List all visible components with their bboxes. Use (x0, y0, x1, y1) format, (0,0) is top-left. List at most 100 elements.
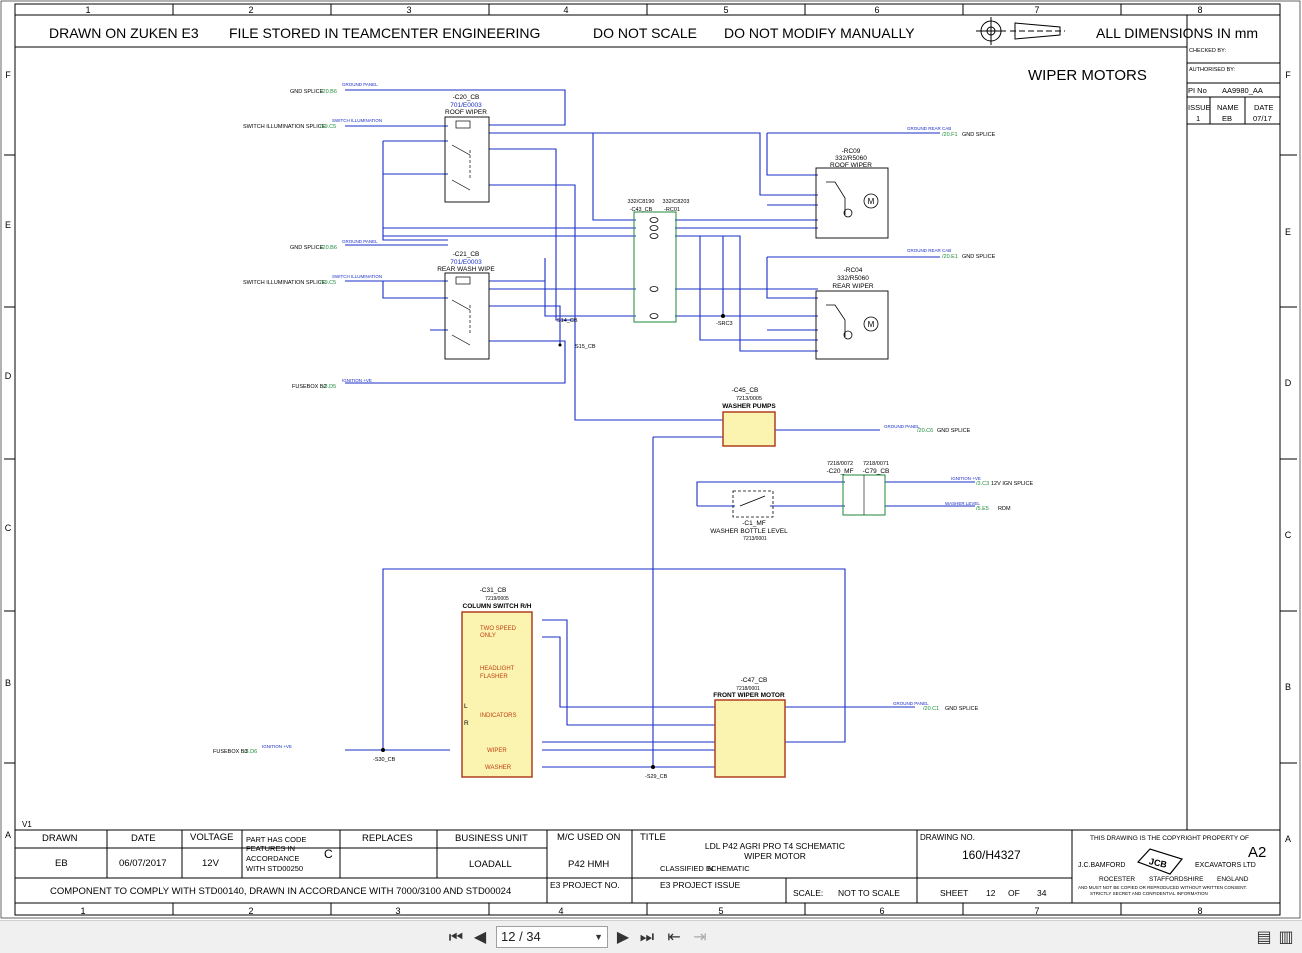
row-label-f-right: F (1285, 70, 1291, 80)
fn-two-speed: TWO SPEED (480, 626, 517, 632)
ref-ground-panel-3: GROUND PANEL (884, 424, 920, 429)
c43-part2: 332/C8203 (663, 199, 690, 205)
ref-fusebox-b3-link[interactable]: /3.D6 (244, 749, 257, 755)
page-indicator: 12 / 34 (501, 929, 541, 944)
fn-wiper: WIPER (487, 748, 507, 754)
previous-view-icon[interactable]: ⇤ (664, 927, 684, 947)
header-dimensions: ALL DIMENSIONS IN mm (1096, 25, 1258, 41)
authorised-by-label: AUTHORISED BY: (1189, 67, 1236, 73)
ref-ground-panel-1: GROUND PANEL (342, 82, 378, 87)
name-value: EB (1222, 114, 1232, 123)
rc04-part: 332/R5060 (837, 275, 869, 282)
row-label-b: B (5, 678, 11, 688)
tb-disclaimer-line2: STRICTLY SECRET AND CONFIDENTIAL INFORMA… (1090, 891, 1208, 896)
header-drawn-on: DRAWN ON ZUKEN E3 (49, 25, 199, 41)
ref-fusebox-b2-link[interactable]: /3.D5 (323, 384, 336, 390)
tb-rocester: ROCESTER (1099, 876, 1135, 883)
ref-gnd-c6: GND SPLICE (937, 428, 971, 434)
c21-ref: -C21_CB (453, 251, 480, 258)
tb-title-line1: LDL P42 AGRI PRO T4 SCHEMATIC (705, 841, 845, 851)
tb-business-unit-value: LOADALL (469, 859, 512, 870)
next-page-icon[interactable]: ▶ (613, 927, 633, 947)
tb-e3-project-no: E3 PROJECT NO. (550, 880, 620, 890)
ref-gnd-c6-link[interactable]: /20.C6 (917, 428, 933, 434)
page-selector[interactable]: 12 / 34 ▼ (496, 926, 608, 948)
c47-ref: -C47_CB (741, 677, 768, 684)
ref-fusebox-b3: FUSEBOX B3 (213, 749, 248, 755)
last-page-icon[interactable]: ⏭ (637, 927, 657, 947)
row-label-a-right: A (1285, 834, 1291, 844)
checked-by-label: CHECKED BY: (1189, 48, 1226, 54)
fn-indicators: INDICATORS (480, 713, 516, 719)
first-page-icon[interactable]: ⏮ (446, 927, 466, 947)
tb-title-line2: WIPER MOTOR (744, 851, 806, 861)
schematic-sheet: 1 2 3 4 5 6 7 8 1 2 3 4 5 6 7 8 F E D C … (0, 0, 1302, 920)
pi-no-value: AA9980_AA (1222, 86, 1263, 95)
ref-switch-illum-2: SWITCH ILLUMINATION SPLICE (243, 280, 326, 286)
ref-gnd-e1: GND SPLICE (962, 254, 996, 260)
ref-rdm-link[interactable]: /5.E5 (976, 506, 989, 512)
next-view-icon[interactable]: ⇥ (690, 927, 710, 947)
c21-name: REAR WASH WIPE (437, 266, 495, 273)
rc04-name: REAR WIPER (832, 283, 873, 290)
row-label-e-right: E (1285, 227, 1291, 237)
col-label-8: 8 (1197, 5, 1202, 15)
issue-value: 1 (1196, 114, 1200, 123)
ref-gnd-splice-1: GND SPLICE (290, 89, 324, 95)
tb-scale-value: NOT TO SCALE (838, 888, 900, 898)
tb-mc-used-label: M/C USED ON (557, 832, 620, 843)
ref-gnd-c1-link[interactable]: /20.C1 (923, 706, 939, 712)
issue-label: ISSUE (1188, 103, 1211, 112)
tb-part-code-line3: ACCORDANCE (246, 854, 299, 863)
ref-switch-illumination-2: SWITCH ILLUMINATION (332, 274, 382, 279)
tb-copyright: THIS DRAWING IS THE COPYRIGHT PROPERTY O… (1090, 835, 1249, 842)
ref-switch-illum-1: SWITCH ILLUMINATION SPLICE (243, 124, 326, 130)
c47-name: FRONT WIPER MOTOR (713, 692, 785, 699)
c31-part: 7219/0005 (485, 596, 509, 602)
rc04-ref: -RC04 (844, 267, 863, 274)
ref-gnd-f1-link[interactable]: /20.F1 (942, 132, 958, 138)
rc09-ref: -RC09 (842, 148, 861, 155)
tb-date-label: DATE (131, 833, 156, 844)
previous-page-icon[interactable]: ◀ (470, 927, 490, 947)
row-label-a: A (5, 830, 11, 840)
rc09-name: ROOF WIPER (830, 162, 872, 169)
date-value: 07/17 (1253, 114, 1272, 123)
header-file-stored: FILE STORED IN TEAMCENTER ENGINEERING (229, 25, 540, 41)
ref-ignition-ve-1: IGNITION +VE (342, 378, 372, 383)
col-label-2-bottom: 2 (248, 906, 253, 916)
ref-switch-illumination-1: SWITCH ILLUMINATION (332, 118, 382, 123)
tb-part-code-line4: WITH STD00250 (246, 864, 303, 873)
row-label-d-right: D (1285, 378, 1292, 388)
ref-gnd-splice-2-link[interactable]: /20.B6 (321, 245, 337, 251)
row-label-d: D (5, 371, 12, 381)
fn-r: R (464, 720, 469, 727)
ref-gnd-f1: GND SPLICE (962, 132, 996, 138)
c45-ref: -C45_CB (732, 387, 759, 394)
col-label-1-bottom: 1 (80, 906, 85, 916)
single-page-view-icon[interactable]: ▤ (1254, 927, 1274, 947)
c43-ref2: -RC01 (664, 207, 680, 213)
splice-src3: -SRC3 (716, 321, 733, 327)
c79-part: 7218/0071 (863, 461, 889, 467)
tb-company-line1: J.C.BAMFORD (1078, 862, 1125, 869)
tb-e3-project-issue: E3 PROJECT ISSUE (660, 880, 740, 890)
ref-switch-illum-2-link[interactable]: /19.C5 (320, 280, 336, 286)
ref-ign-c3-link[interactable]: /3.C3 (976, 481, 989, 487)
tb-company-line2: EXCAVATORS LTD (1195, 862, 1256, 869)
svg-text:M: M (868, 320, 875, 329)
col-label-4: 4 (563, 5, 568, 15)
ref-switch-illum-1-link[interactable]: /19.C5 (320, 124, 336, 130)
ref-gnd-c1: GND SPLICE (945, 706, 979, 712)
col-label-2: 2 (248, 5, 253, 15)
version-label: V1 (22, 820, 32, 829)
ref-gnd-splice-1-link[interactable]: /20.B6 (321, 89, 337, 95)
splice-s15: S15_CB (575, 344, 596, 350)
svg-text:M: M (868, 197, 875, 206)
ref-gnd-e1-link[interactable]: /20.E1 (942, 254, 958, 260)
tb-drawing-no-label: DRAWING NO. (920, 833, 975, 842)
tb-disclaimer-line1: AND MUST NOT BE COPIED OR REPRODUCED WIT… (1078, 885, 1247, 890)
continuous-view-icon[interactable]: ▥ (1276, 927, 1296, 947)
c31-ref: -C31_CB (480, 587, 507, 594)
header-do-not-scale: DO NOT SCALE (593, 25, 697, 41)
